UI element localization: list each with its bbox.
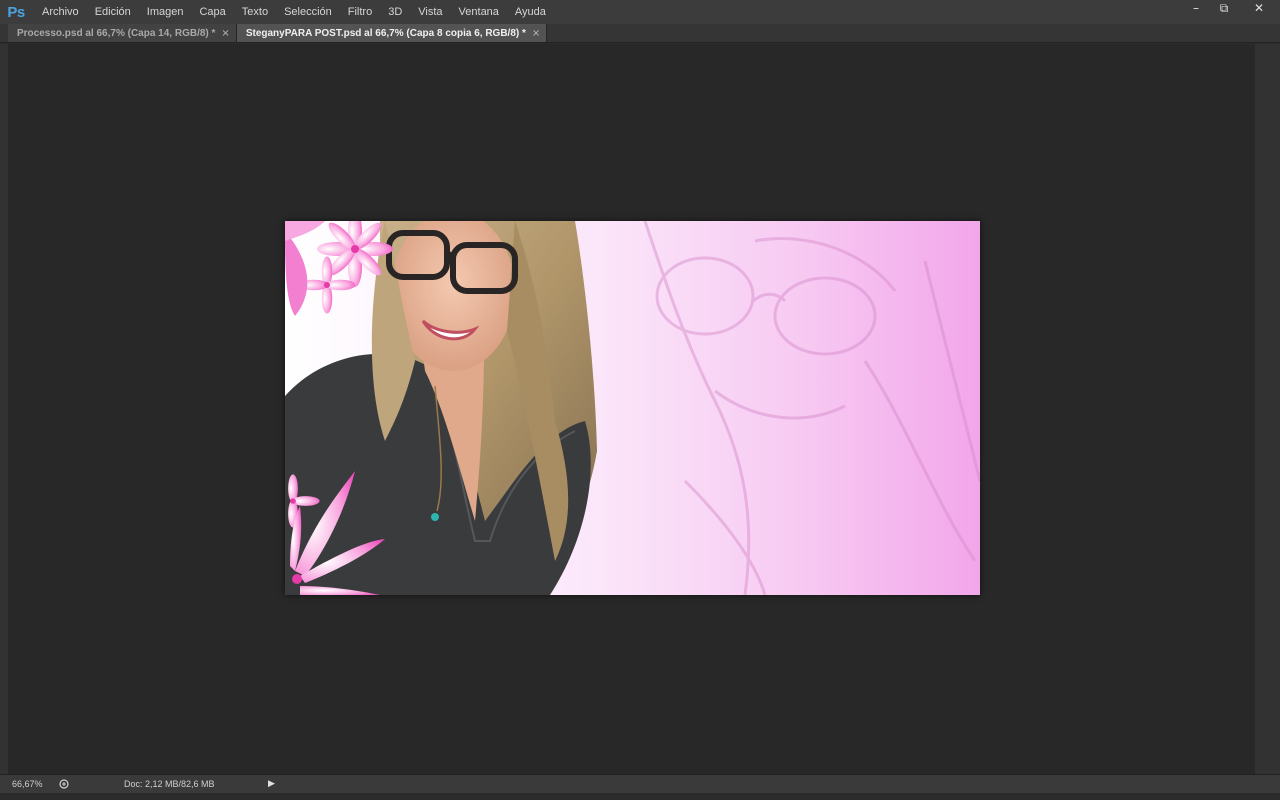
zoom-level[interactable]: 66,67% — [0, 779, 56, 789]
menu-ventana[interactable]: Ventana — [451, 0, 507, 24]
window-controls: – ⧉ ✕ — [1182, 0, 1280, 18]
bottom-strip — [0, 793, 1280, 800]
photoshop-window: Ps Archivo Edición Imagen Capa Texto Sel… — [0, 0, 1280, 800]
menu-imagen[interactable]: Imagen — [139, 0, 192, 24]
menu-bar: Ps Archivo Edición Imagen Capa Texto Sel… — [0, 0, 1280, 24]
menu-ayuda[interactable]: Ayuda — [507, 0, 554, 24]
tab-close-icon[interactable]: × — [532, 28, 540, 39]
menu-vista[interactable]: Vista — [410, 0, 450, 24]
menu-seleccion[interactable]: Selección — [276, 0, 340, 24]
photoshop-logo: Ps — [7, 3, 25, 21]
left-panel-edge — [0, 44, 8, 774]
tab-label: Processo.psd al 66,7% (Capa 14, RGB/8) * — [17, 27, 216, 39]
restore-button[interactable]: ⧉ — [1210, 0, 1238, 16]
tab-processo[interactable]: Processo.psd al 66,7% (Capa 14, RGB/8) *… — [8, 24, 237, 42]
menu-texto[interactable]: Texto — [234, 0, 276, 24]
minimize-button[interactable]: – — [1182, 0, 1210, 16]
right-panel-edge — [1255, 44, 1280, 774]
close-button[interactable]: ✕ — [1238, 0, 1280, 16]
menu-archivo[interactable]: Archivo — [34, 0, 87, 24]
tab-label: SteganyPARA POST.psd al 66,7% (Capa 8 co… — [245, 27, 526, 39]
document-canvas[interactable] — [285, 221, 980, 595]
menu-items: Archivo Edición Imagen Capa Texto Selecc… — [34, 0, 554, 24]
menu-edicion[interactable]: Edición — [87, 0, 139, 24]
canvas-artwork — [285, 221, 980, 595]
document-tab-bar: Processo.psd al 66,7% (Capa 14, RGB/8) *… — [0, 24, 1280, 43]
status-menu-arrow-icon[interactable]: ▶ — [268, 779, 278, 789]
status-bar: 66,67% Doc: 2,12 MB/82,6 MB ▶ — [0, 774, 1280, 793]
document-size-info: Doc: 2,12 MB/82,6 MB — [124, 779, 215, 789]
menu-capa[interactable]: Capa — [191, 0, 233, 24]
document-workspace[interactable] — [8, 44, 1255, 774]
menu-3d[interactable]: 3D — [380, 0, 410, 24]
tab-close-icon[interactable]: × — [221, 28, 229, 39]
tab-stegany-para-post[interactable]: SteganyPARA POST.psd al 66,7% (Capa 8 co… — [236, 24, 548, 42]
menu-filtro[interactable]: Filtro — [340, 0, 380, 24]
document-info-icon[interactable] — [58, 778, 70, 790]
